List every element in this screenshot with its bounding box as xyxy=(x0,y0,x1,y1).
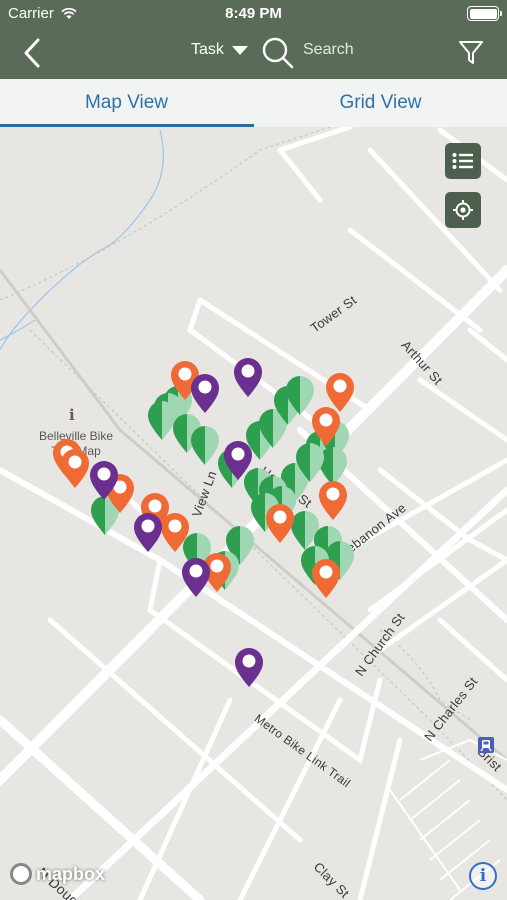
nav-bar: Task xyxy=(0,27,507,79)
task-pin-purple[interactable] xyxy=(180,556,212,598)
tab-grid-view[interactable]: Grid View xyxy=(254,79,507,127)
task-dropdown[interactable]: Task xyxy=(191,41,248,59)
poi-info-icon: i xyxy=(69,406,75,424)
tab-map-view[interactable]: Map View xyxy=(0,79,253,127)
clock: 8:49 PM xyxy=(225,5,282,22)
mapbox-wordmark: mapbox xyxy=(36,863,106,884)
list-button[interactable] xyxy=(445,143,481,179)
back-chevron-icon[interactable] xyxy=(18,37,48,69)
status-bar: Carrier 8:49 PM xyxy=(0,0,507,27)
filter-icon[interactable] xyxy=(457,38,485,66)
list-icon xyxy=(452,153,473,169)
task-pin-purple[interactable] xyxy=(189,372,221,414)
map-attribution-info-icon[interactable]: i xyxy=(469,862,497,890)
task-pin-orange[interactable] xyxy=(59,447,91,489)
train-station-icon xyxy=(478,737,494,753)
task-pin-orange[interactable] xyxy=(310,405,342,447)
view-tabs: Map View Grid View xyxy=(0,79,507,127)
task-pin-purple[interactable] xyxy=(222,439,254,481)
task-pin-orange[interactable] xyxy=(310,557,342,599)
task-pin-orange[interactable] xyxy=(317,479,349,521)
search-icon[interactable] xyxy=(261,36,295,70)
caret-down-icon xyxy=(231,45,248,55)
locate-me-button[interactable] xyxy=(445,192,481,228)
mapbox-logo-icon xyxy=(10,863,32,885)
crosshair-icon xyxy=(453,200,473,220)
battery-icon xyxy=(467,6,502,21)
task-pin-green[interactable] xyxy=(294,441,326,483)
task-pin-purple[interactable] xyxy=(233,646,265,688)
task-pin-orange[interactable] xyxy=(264,502,296,544)
task-pin-purple[interactable] xyxy=(232,356,264,398)
task-pin-purple[interactable] xyxy=(132,511,164,553)
task-pin-purple[interactable] xyxy=(88,459,120,501)
search-input[interactable] xyxy=(303,41,433,59)
map[interactable]: Tower St Arthur St Hecker St View Ln Leb… xyxy=(0,127,507,900)
task-dropdown-label: Task xyxy=(191,41,224,58)
mapbox-logo[interactable]: mapbox xyxy=(10,863,105,885)
